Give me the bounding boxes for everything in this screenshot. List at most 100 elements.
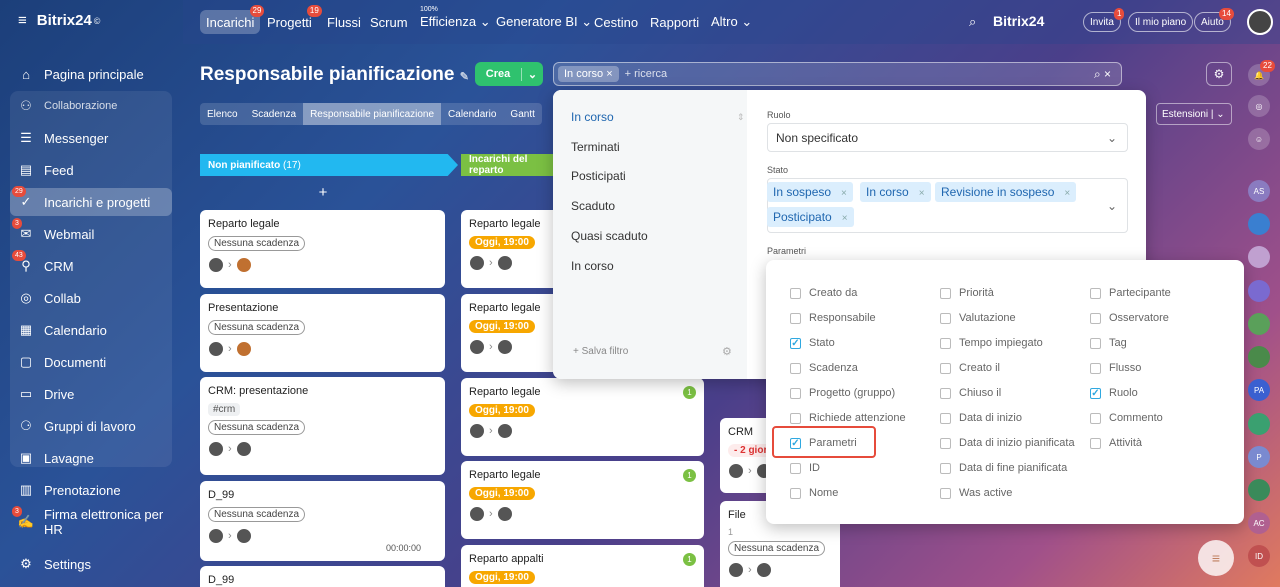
field-option[interactable]: Data di inizio	[940, 412, 1022, 424]
checkbox[interactable]	[940, 412, 951, 424]
rail-avatar[interactable]	[1248, 213, 1270, 235]
field-option[interactable]: Data di fine pianificata	[940, 462, 1067, 474]
rail-avatar[interactable]: AS	[1248, 180, 1270, 202]
preset-item[interactable]: In corso	[571, 259, 614, 273]
preset-item[interactable]: Terminati	[571, 140, 620, 154]
menu-icon[interactable]: ≡	[18, 12, 27, 29]
sidebar-item-documents[interactable]: ▢ Documenti	[10, 348, 172, 376]
deadline-badge[interactable]: Nessuna scadenza	[208, 507, 306, 522]
field-option[interactable]: Data di inizio pianificata	[940, 437, 1075, 449]
rail-avatar[interactable]	[1248, 346, 1270, 368]
view-tab[interactable]: Gantt	[503, 103, 541, 125]
user-avatar[interactable]	[1247, 9, 1273, 35]
gear-icon[interactable]: ⚙	[722, 345, 732, 358]
sidebar-item-calendar[interactable]: ▦ Calendario	[10, 316, 172, 344]
field-option[interactable]: Nome	[790, 487, 838, 499]
rail-avatar[interactable]: PA	[1248, 379, 1270, 401]
field-option[interactable]: Commento	[1090, 412, 1163, 424]
checkbox[interactable]	[1090, 362, 1101, 374]
sidebar-item-gear[interactable]: ⚙ Settings	[10, 550, 172, 578]
deadline-badge[interactable]: Oggi, 19:00	[469, 404, 535, 417]
sidebar-item-boards[interactable]: ▣ Lavagne	[10, 444, 172, 472]
checkbox[interactable]	[940, 487, 951, 499]
avatar[interactable]	[728, 463, 744, 479]
checkbox[interactable]	[940, 337, 951, 349]
task-card[interactable]: D_99	[200, 566, 445, 587]
sidebar-item-tasks[interactable]: ✓ 29 Incarichi e progetti	[10, 186, 172, 216]
checkbox[interactable]	[790, 287, 801, 299]
create-button[interactable]: Crea ⌄	[475, 62, 543, 86]
avatar[interactable]	[235, 528, 252, 544]
gear-icon[interactable]: ⚙	[1206, 62, 1232, 86]
tab-6[interactable]: Cestino	[588, 10, 644, 34]
chat-icon[interactable]: ☺	[1248, 128, 1270, 150]
deadline-badge[interactable]: Nessuna scadenza	[208, 236, 306, 251]
role-select[interactable]: Non specificato ⌄	[767, 123, 1128, 152]
rail-avatar[interactable]	[1248, 313, 1270, 335]
checkbox[interactable]	[1090, 287, 1101, 299]
preset-item[interactable]: Quasi scaduto	[571, 229, 648, 243]
rail-avatar[interactable]	[1248, 246, 1270, 268]
tab-3[interactable]: Scrum	[364, 10, 414, 34]
tab-1[interactable]: Progetti 19	[261, 5, 322, 34]
rail-avatar[interactable]	[1248, 280, 1270, 302]
avatar[interactable]	[496, 506, 513, 522]
task-card[interactable]: Reparto legale Oggi, 19:00 1 ›	[461, 461, 704, 539]
preset-item[interactable]: Posticipati	[571, 169, 626, 183]
tab-5[interactable]: Generatore BI ⌄	[490, 10, 598, 34]
task-card[interactable]: Presentazione Nessuna scadenza ›	[200, 294, 445, 372]
deadline-badge[interactable]: Oggi, 19:00	[469, 487, 535, 500]
field-option[interactable]: Valutazione	[940, 312, 1016, 324]
task-card[interactable]: D_99 Nessuna scadenza › 00:00:00	[200, 481, 445, 561]
field-option[interactable]: Responsabile	[790, 312, 876, 324]
deadline-badge[interactable]: Oggi, 19:00	[469, 320, 535, 333]
field-option[interactable]: Attività	[1090, 437, 1142, 449]
sidebar-item-mail[interactable]: ✉ 3 Webmail	[10, 218, 172, 248]
checkbox[interactable]	[790, 387, 801, 399]
checkbox[interactable]	[940, 462, 951, 474]
avatar[interactable]	[469, 423, 485, 439]
field-option[interactable]: Scadenza	[790, 362, 858, 374]
checkbox[interactable]	[1090, 312, 1101, 324]
avatar[interactable]	[496, 255, 513, 271]
preset-item[interactable]: In corso	[571, 110, 614, 124]
checkbox[interactable]	[1090, 437, 1101, 449]
help-button[interactable]: Aiuto 14	[1194, 8, 1234, 32]
field-option[interactable]: Creato da	[790, 287, 857, 299]
task-card[interactable]: Reparto legale Oggi, 19:00 1 ›	[461, 378, 704, 456]
tab-2[interactable]: Flussi	[321, 10, 367, 34]
checkbox[interactable]	[940, 287, 951, 299]
status-tag[interactable]: Posticipato ×	[767, 207, 854, 227]
status-tag[interactable]: In corso ×	[860, 182, 931, 202]
checkbox[interactable]	[940, 362, 951, 374]
plan-button[interactable]: Il mio piano	[1128, 12, 1194, 32]
deadline-badge[interactable]: Nessuna scadenza	[208, 420, 306, 435]
sidebar-item-collab[interactable]: ◎ Collab	[10, 284, 172, 312]
checkbox[interactable]	[940, 387, 951, 399]
status-tag[interactable]: Revisione in sospeso ×	[935, 182, 1077, 202]
field-option[interactable]: Richiede attenzione	[790, 412, 906, 424]
sidebar-item-home[interactable]: ⌂ Pagina principale	[10, 60, 172, 88]
rail-avatar[interactable]: AC	[1248, 512, 1270, 534]
field-option[interactable]: Tag	[1090, 337, 1127, 349]
field-option[interactable]: Was active	[940, 487, 1012, 499]
checkbox[interactable]	[1090, 337, 1101, 349]
avatar[interactable]	[469, 506, 485, 522]
sidebar-item-feed[interactable]: ▤ Feed	[10, 156, 172, 184]
chevron-down-icon[interactable]: ⌄	[521, 67, 543, 81]
checkbox[interactable]	[1090, 412, 1101, 424]
field-option[interactable]: ✓ Stato	[790, 337, 835, 349]
deadline-badge[interactable]: Nessuna scadenza	[208, 320, 306, 335]
tab-7[interactable]: Rapporti	[644, 10, 705, 34]
close-icon[interactable]: ×	[1064, 188, 1070, 199]
field-option[interactable]: ID	[790, 462, 820, 474]
tab-4[interactable]: Efficienza ⌄ 100%	[414, 6, 497, 34]
field-option[interactable]: Chiuso il	[940, 387, 1001, 399]
sidebar-item-collab-group[interactable]: ⚇ Collaborazione	[10, 92, 172, 120]
search-clear-icon[interactable]: ⌕ ×	[1094, 67, 1111, 82]
avatar[interactable]	[235, 441, 252, 457]
field-option[interactable]: Osservatore	[1090, 312, 1169, 324]
search-icon[interactable]: ⌕	[969, 14, 976, 30]
sidebar-item-signature[interactable]: ✍ 3 Firma elettronica per HR	[10, 506, 172, 537]
field-option[interactable]: ✓ Ruolo	[1090, 387, 1138, 399]
